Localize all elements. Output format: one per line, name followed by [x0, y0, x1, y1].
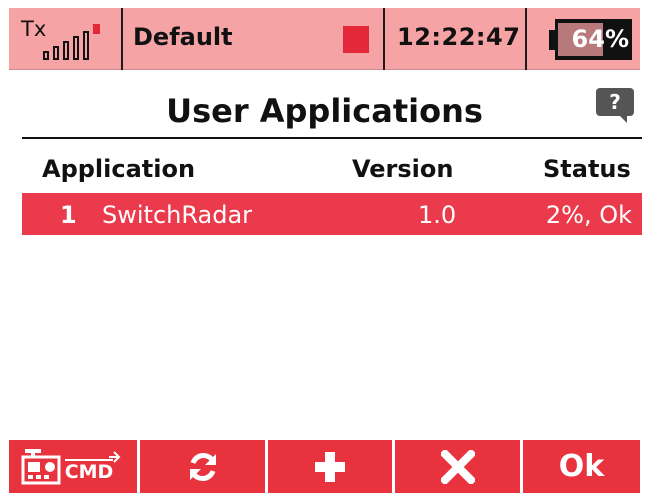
battery-percent: 64%	[571, 25, 629, 53]
cmd-button[interactable]: CMD	[9, 440, 137, 493]
column-header-application: Application	[42, 155, 196, 183]
page-title: User Applications	[166, 92, 483, 130]
add-button[interactable]	[268, 440, 392, 493]
tx-signal-indicator: Tx	[9, 8, 121, 70]
signal-bars-icon	[43, 24, 115, 60]
refresh-button[interactable]	[140, 440, 265, 493]
cmd-icon	[21, 448, 61, 484]
help-icon[interactable]: ?	[596, 88, 634, 116]
arrow-right-icon	[109, 450, 121, 463]
model-name: Default	[133, 23, 233, 51]
column-header-status: Status	[543, 155, 631, 183]
clock-time: 12:22:47	[397, 23, 521, 51]
row-application: SwitchRadar	[102, 201, 253, 229]
battery-indicator: 64%	[527, 8, 640, 70]
cmd-label: CMD	[64, 458, 114, 483]
ok-button[interactable]: Ok	[523, 440, 640, 493]
add-icon	[315, 451, 345, 482]
status-bar: Tx Default 12:22:47 64%	[9, 8, 640, 70]
model-status-indicator	[343, 26, 369, 53]
row-index: 1	[60, 201, 77, 229]
refresh-icon	[189, 452, 216, 481]
clock: 12:22:47	[385, 8, 525, 70]
row-status: 2%, Ok	[545, 201, 632, 229]
help-icon-tail	[619, 115, 627, 123]
column-header-version: Version	[352, 155, 454, 183]
table-row[interactable]: 1 SwitchRadar 1.0 2%, Ok	[22, 193, 642, 235]
delete-icon	[440, 449, 475, 484]
row-version: 1.0	[418, 201, 457, 229]
bottom-toolbar: CMD Ok	[9, 440, 640, 493]
model-selector[interactable]: Default	[123, 8, 379, 70]
delete-button[interactable]	[395, 440, 520, 493]
title-divider	[22, 137, 642, 139]
